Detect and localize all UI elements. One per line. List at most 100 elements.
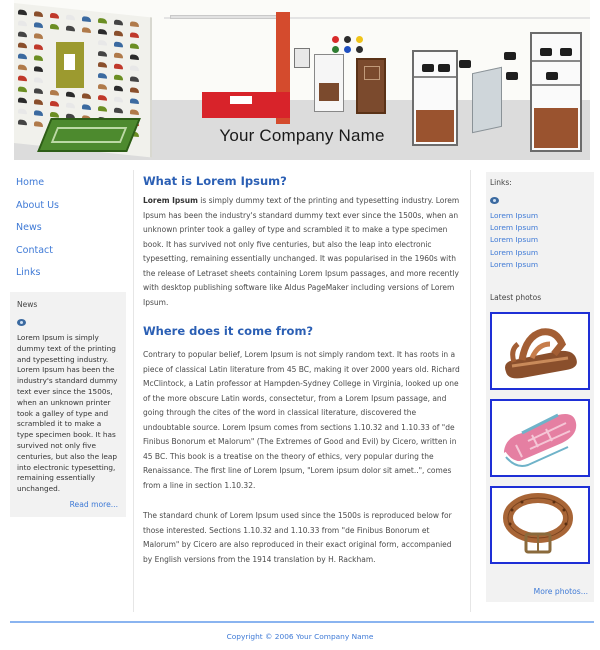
shoe-illustration — [34, 99, 43, 106]
shoe-illustration — [18, 9, 27, 16]
shoe-illustration — [114, 107, 123, 114]
shoe-illustration — [98, 50, 107, 57]
links-title: Links: — [490, 178, 512, 187]
nav-home[interactable]: Home — [16, 172, 126, 195]
shoe-illustration — [18, 108, 27, 115]
shoe-illustration — [18, 75, 27, 82]
shoe-illustration — [130, 109, 139, 116]
shoe-illustration — [34, 55, 43, 62]
deco-dot — [356, 36, 363, 43]
shoe-illustration — [50, 111, 59, 118]
paragraph-body: is simply dummy text of the printing and… — [143, 196, 460, 307]
shoe-illustration — [18, 31, 27, 38]
rss-icon[interactable] — [490, 196, 501, 205]
shoe-illustration — [18, 20, 27, 27]
shoe-illustration — [50, 89, 59, 96]
display-board — [56, 42, 84, 88]
belt-image — [503, 493, 573, 554]
shoe-illustration — [34, 88, 43, 95]
company-name: Your Company Name — [219, 126, 385, 145]
shoe-illustration — [114, 41, 123, 48]
display-stand — [472, 66, 502, 134]
shoe-illustration — [98, 17, 107, 24]
shoe-illustration — [98, 28, 107, 35]
shoe-illustration — [114, 52, 123, 59]
section-heading: Where does it come from? — [143, 324, 314, 338]
deco-dot — [332, 46, 339, 53]
shoe-illustration — [66, 14, 75, 21]
shoe-illustration — [18, 119, 27, 126]
shoe-illustration — [34, 33, 43, 40]
nav-contact[interactable]: Contact — [16, 240, 126, 263]
monitor — [294, 48, 310, 68]
shoe-illustration — [34, 66, 43, 73]
shoe-illustration — [130, 43, 139, 50]
photo-sneaker[interactable] — [490, 399, 590, 477]
more-photos-link[interactable]: More photos... — [534, 587, 588, 596]
links-list: Lorem Ipsum Lorem Ipsum Lorem Ipsum Lore… — [490, 210, 590, 271]
rss-icon[interactable] — [17, 318, 28, 327]
shoe-illustration — [34, 110, 43, 117]
footer-divider — [10, 621, 594, 623]
shoe-illustration — [66, 102, 75, 109]
read-more-link[interactable]: Read more... — [70, 500, 118, 509]
shoe-illustration — [130, 32, 139, 39]
shoe-illustration — [50, 23, 59, 30]
section-paragraph: Contrary to popular belief, Lorem Ipsum … — [143, 350, 460, 490]
shoe-illustration — [114, 19, 123, 26]
section-paragraph: The standard chunk of Lorem Ipsum used s… — [143, 511, 452, 564]
shoe-illustration — [82, 27, 91, 34]
shoe-illustration — [82, 104, 91, 111]
right-sidebar: Links: Lorem Ipsum Lorem Ipsum Lorem Ips… — [486, 172, 594, 602]
photo-belt[interactable] — [490, 486, 590, 564]
sidebar-link[interactable]: Lorem Ipsum — [490, 210, 590, 222]
shoe-illustration — [18, 86, 27, 93]
shoe-illustration — [114, 85, 123, 92]
deco-dot — [344, 46, 351, 53]
photo-sandal[interactable] — [490, 312, 590, 390]
shoe-illustration — [66, 91, 75, 98]
shoe-illustration — [98, 94, 107, 101]
nav-news[interactable]: News — [16, 217, 126, 240]
shoe-illustration — [34, 11, 43, 18]
shoe-illustration — [130, 87, 139, 94]
shoe-illustration — [34, 44, 43, 51]
shoe-illustration — [98, 39, 107, 46]
column-divider — [133, 170, 134, 612]
shoe-illustration — [82, 93, 91, 100]
main-nav: Home About Us News Contact Links — [16, 172, 126, 285]
ceiling-duct — [170, 15, 280, 19]
shoe-illustration — [130, 65, 139, 72]
sidebar-link[interactable]: Lorem Ipsum — [490, 234, 590, 246]
news-title: News — [17, 300, 38, 309]
shoe-illustration — [114, 63, 123, 70]
shop-counter — [202, 92, 290, 118]
sidebar-link[interactable]: Lorem Ipsum — [490, 222, 590, 234]
cabinet — [314, 54, 344, 112]
shoe-illustration — [34, 77, 43, 84]
shoe-illustration — [130, 98, 139, 105]
deco-dot — [344, 36, 351, 43]
shoe-illustration — [98, 61, 107, 68]
shoe-illustration — [114, 30, 123, 37]
shoe-illustration — [98, 72, 107, 79]
shoe-illustration — [98, 83, 107, 90]
news-box: News Lorem Ipsum is simply dummy text of… — [10, 292, 126, 517]
back-door — [356, 58, 386, 114]
section-paragraph: Lorem Ipsum is simply dummy text of the … — [143, 194, 463, 310]
footer-copyright[interactable]: Copyright © 2006 Your Company Name — [0, 632, 600, 641]
nav-links[interactable]: Links — [16, 262, 126, 285]
shoe-illustration — [34, 22, 43, 29]
shoe-illustration — [82, 16, 91, 23]
deco-dot — [356, 46, 363, 53]
shoe-illustration — [130, 54, 139, 61]
lead-text: Lorem Ipsum — [143, 196, 198, 205]
sidebar-link[interactable]: Lorem Ipsum — [490, 247, 590, 259]
sidebar-link[interactable]: Lorem Ipsum — [490, 259, 590, 271]
sandal-image — [505, 328, 577, 379]
shoe-illustration — [18, 42, 27, 49]
sneaker-image — [502, 413, 577, 467]
photos-title: Latest photos — [490, 292, 542, 302]
nav-about-us[interactable]: About Us — [16, 195, 126, 218]
shoe-illustration — [130, 76, 139, 83]
